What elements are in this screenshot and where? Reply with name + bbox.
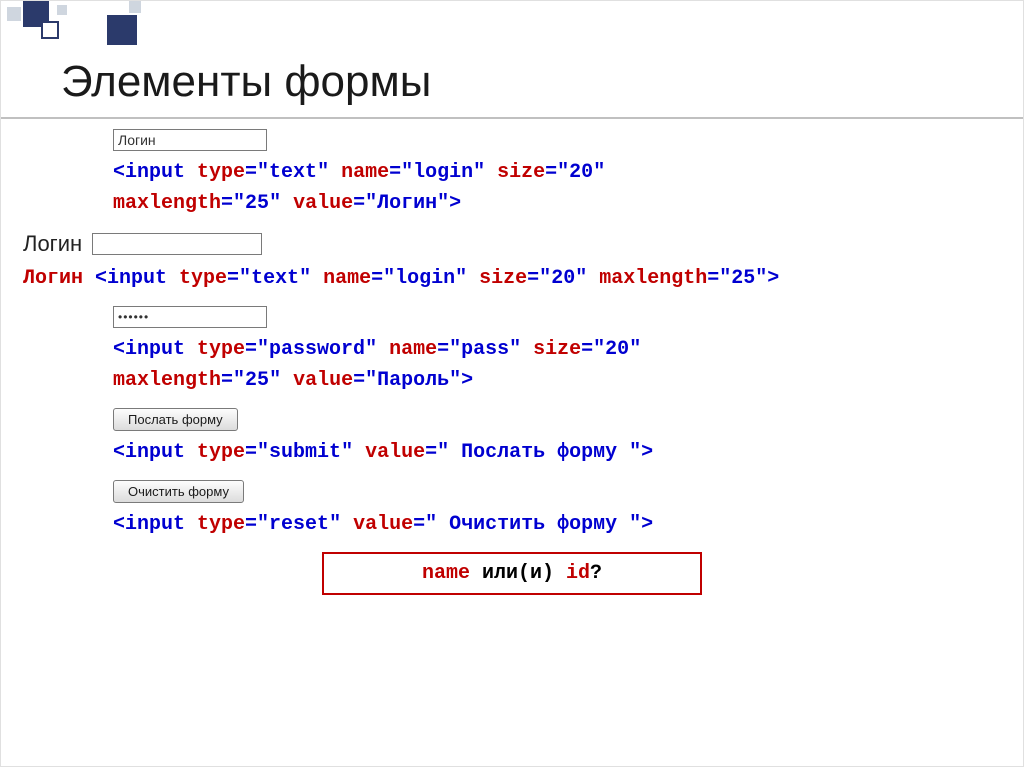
example-submit: Послать форму [23, 408, 1001, 431]
login-empty-input[interactable] [92, 233, 262, 255]
login-text-input[interactable]: Логин [113, 129, 267, 151]
question-box: name или(и) id? [322, 552, 702, 595]
content-area: Логин <input type="text" name="login" si… [23, 129, 1001, 595]
page-title: Элементы формы [61, 57, 431, 107]
submit-button[interactable]: Послать форму [113, 408, 238, 431]
code-submit: <input type="submit" value=" Послать фор… [23, 437, 1001, 468]
example-reset: Очистить форму [23, 480, 1001, 503]
example-label-input: Логин [23, 231, 1001, 257]
reset-button[interactable]: Очистить форму [113, 480, 244, 503]
code-reset: <input type="reset" value=" Очистить фор… [23, 509, 1001, 540]
password-input[interactable]: •••••• [113, 306, 267, 328]
code-input-text: <input type="text" name="login" size="20… [23, 157, 1001, 219]
example-text-input: Логин [23, 129, 1001, 151]
corner-decor [1, 1, 161, 49]
code-label-input: Логин <input type="text" name="login" si… [23, 263, 1001, 294]
example-password: •••••• [23, 306, 1001, 328]
slide: Элементы формы Логин <input type="text" … [0, 0, 1024, 767]
title-underline [1, 117, 1023, 119]
code-password: <input type="password" name="pass" size=… [23, 334, 1001, 396]
login-label: Логин [23, 231, 82, 257]
